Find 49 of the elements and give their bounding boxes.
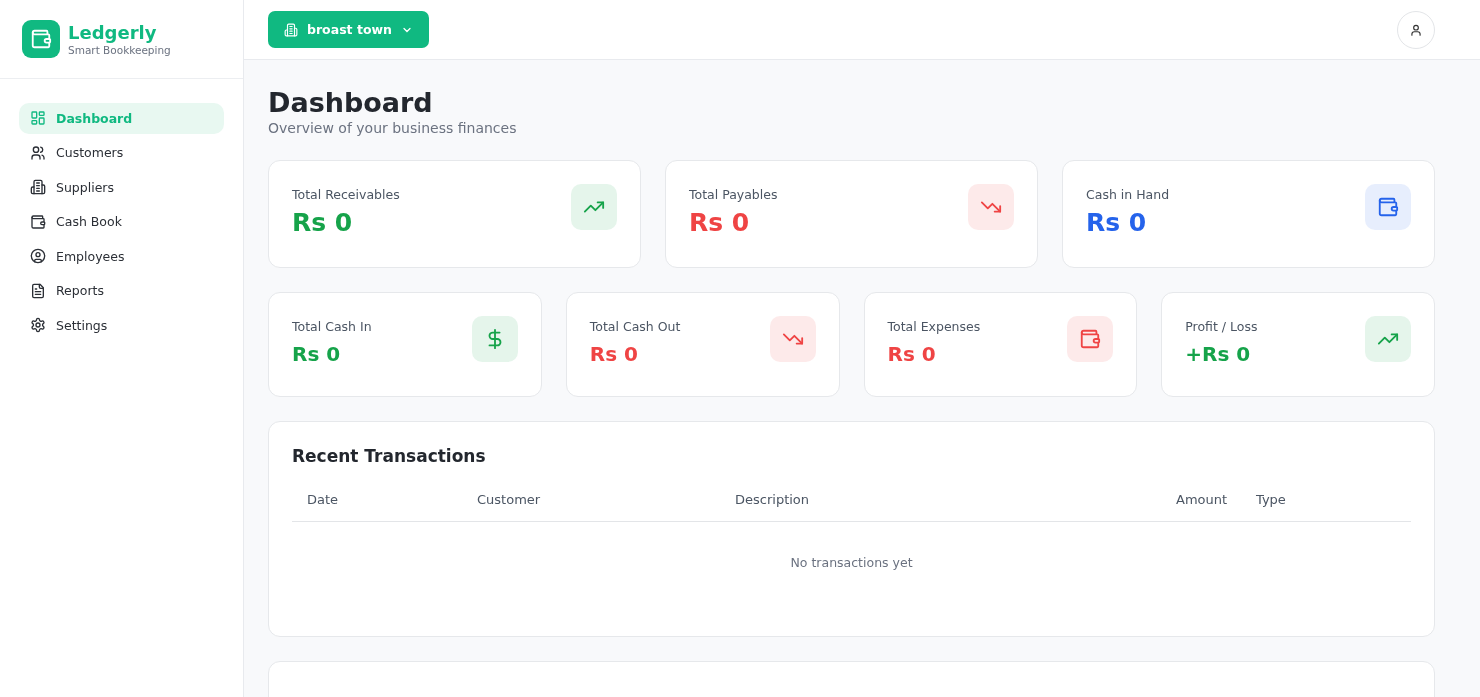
column-header: Customer bbox=[477, 492, 542, 507]
sidebar-item[interactable]: Settings bbox=[19, 310, 224, 341]
stat-value: Rs 0 bbox=[589, 342, 639, 366]
page-title: Dashboard bbox=[268, 86, 434, 120]
sidebar-item[interactable]: Employees bbox=[19, 241, 224, 272]
column-header: Date bbox=[307, 492, 340, 507]
column-header: Type bbox=[1256, 492, 1287, 507]
stat-value: Rs 0 bbox=[887, 342, 937, 366]
settings-icon bbox=[30, 317, 46, 334]
stat-value: Rs 0 bbox=[689, 208, 751, 237]
wallet-icon bbox=[30, 213, 46, 230]
stat-value: Rs 0 bbox=[1086, 208, 1148, 237]
trend-down-icon bbox=[968, 184, 1014, 230]
stat-label: Total Cash Out bbox=[589, 319, 681, 334]
logo-icon bbox=[22, 20, 60, 58]
profile-button[interactable] bbox=[1397, 10, 1435, 49]
stat-value: Rs 0 bbox=[292, 342, 342, 366]
stat-label: Total Receivables bbox=[292, 187, 400, 202]
user-icon bbox=[1409, 22, 1423, 37]
sidebar-item[interactable]: Suppliers bbox=[19, 172, 224, 203]
document-icon bbox=[30, 282, 46, 299]
sidebar-item[interactable]: Reports bbox=[19, 275, 224, 306]
stat-label: Profit / Loss bbox=[1185, 319, 1258, 334]
trend-up-icon bbox=[1365, 316, 1411, 362]
wallet-icon bbox=[1365, 184, 1411, 230]
sidebar-item[interactable]: Cash Book bbox=[19, 206, 224, 237]
trend-down-icon bbox=[769, 316, 816, 362]
stat-label: Total Payables bbox=[689, 187, 778, 202]
page-subtitle: Overview of your business finances bbox=[268, 120, 518, 136]
wallet-icon bbox=[1067, 316, 1114, 362]
sidebar-item[interactable]: Customers bbox=[19, 137, 224, 168]
users-icon bbox=[30, 144, 46, 161]
building-icon bbox=[30, 179, 46, 196]
stat-label: Total Expenses bbox=[887, 319, 981, 334]
stat-value: Rs 0 bbox=[292, 208, 354, 237]
section-title: Recent Transactions bbox=[292, 446, 487, 466]
stat-label: Total Cash In bbox=[292, 319, 372, 334]
column-header: Amount bbox=[1176, 492, 1229, 507]
building-icon bbox=[284, 22, 298, 37]
dollar-icon bbox=[471, 316, 518, 362]
grid-icon bbox=[30, 110, 46, 127]
brand-name: Ledgerly bbox=[68, 22, 158, 44]
brand-tagline: Smart Bookkeeping bbox=[68, 44, 171, 56]
column-header: Description bbox=[735, 492, 811, 507]
trend-up-icon bbox=[571, 184, 617, 230]
empty-message: No transactions yet bbox=[789, 554, 914, 570]
stat-label: Cash in Hand bbox=[1086, 187, 1170, 202]
user-circle-icon bbox=[30, 248, 46, 265]
stat-value: +Rs 0 bbox=[1185, 342, 1252, 366]
